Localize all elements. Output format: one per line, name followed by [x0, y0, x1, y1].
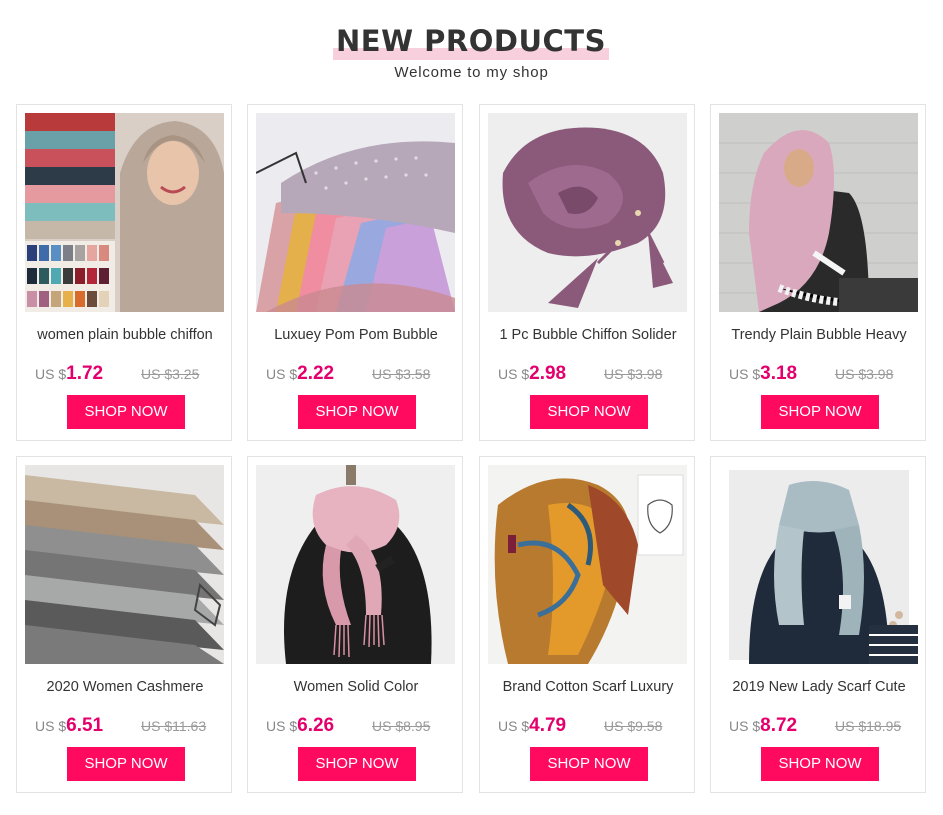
shop-now-button[interactable]: SHOP NOW	[761, 395, 879, 429]
sale-price: 1.72	[66, 363, 104, 384]
currency-label: US $	[498, 718, 530, 734]
product-card[interactable]: 2019 New Lady Scarf Cute US $8.72 US $18…	[710, 456, 926, 793]
product-name[interactable]: Women Solid Color	[258, 677, 454, 700]
product-card[interactable]: 1 Pc Bubble Chiffon Solider US $2.98 US …	[479, 104, 695, 441]
product-image[interactable]	[719, 113, 918, 312]
sale-price: 6.26	[297, 715, 335, 736]
product-name[interactable]: Brand Cotton Scarf Luxury	[490, 677, 686, 700]
original-price: US $3.98	[835, 366, 894, 382]
product-name[interactable]: Luxuey Pom Pom Bubble	[258, 325, 454, 348]
original-price: US $3.98	[604, 366, 663, 382]
shop-now-button[interactable]: SHOP NOW	[67, 747, 185, 781]
page-subtitle: Welcome to my shop	[394, 64, 549, 81]
title-wrap: NEW PRODUCTS	[333, 22, 609, 60]
currency-label: US $	[35, 718, 67, 734]
original-price: US $3.25	[141, 366, 200, 382]
price-row: US $2.98 US $3.98	[498, 363, 688, 387]
price-row: US $3.18 US $3.98	[729, 363, 919, 387]
product-card[interactable]: Women Solid Color US $6.26 US $8.95 SHOP…	[247, 456, 463, 793]
price-row: US $8.72 US $18.95	[729, 715, 919, 739]
product-name[interactable]: Trendy Plain Bubble Heavy	[721, 325, 917, 348]
currency-label: US $	[266, 366, 298, 382]
currency-label: US $	[35, 366, 67, 382]
price-row: US $2.22 US $3.58	[266, 363, 456, 387]
product-image[interactable]	[256, 465, 455, 664]
product-card[interactable]: women plain bubble chiffon US $1.72 US $…	[16, 104, 232, 441]
product-card[interactable]: Luxuey Pom Pom Bubble US $2.22 US $3.58 …	[247, 104, 463, 441]
currency-label: US $	[729, 718, 761, 734]
sale-price: 3.18	[760, 363, 798, 384]
shop-now-button[interactable]: SHOP NOW	[298, 747, 416, 781]
price-row: US $6.51 US $11.63	[35, 715, 225, 739]
product-card[interactable]: 2020 Women Cashmere US $6.51 US $11.63 S…	[16, 456, 232, 793]
product-image[interactable]	[488, 113, 687, 312]
currency-label: US $	[498, 366, 530, 382]
currency-label: US $	[266, 718, 298, 734]
sale-price: 4.79	[529, 715, 567, 736]
product-image[interactable]	[25, 113, 224, 312]
product-name[interactable]: women plain bubble chiffon	[27, 325, 223, 348]
shop-now-button[interactable]: SHOP NOW	[67, 395, 185, 429]
shop-now-button[interactable]: SHOP NOW	[761, 747, 879, 781]
shop-now-button[interactable]: SHOP NOW	[530, 395, 648, 429]
product-name[interactable]: 1 Pc Bubble Chiffon Solider	[490, 325, 686, 348]
product-card[interactable]: Trendy Plain Bubble Heavy US $3.18 US $3…	[710, 104, 926, 441]
sale-price: 8.72	[760, 715, 798, 736]
product-image[interactable]	[256, 113, 455, 312]
original-price: US $3.58	[372, 366, 431, 382]
product-name[interactable]: 2020 Women Cashmere	[27, 677, 223, 700]
price-row: US $1.72 US $3.25	[35, 363, 225, 387]
shop-now-button[interactable]: SHOP NOW	[298, 395, 416, 429]
section-header: NEW PRODUCTS Welcome to my shop	[0, 0, 943, 100]
original-price: US $11.63	[141, 718, 207, 734]
product-image[interactable]	[719, 465, 918, 664]
currency-label: US $	[729, 366, 761, 382]
sale-price: 6.51	[66, 715, 104, 736]
original-price: US $9.58	[604, 718, 663, 734]
original-price: US $8.95	[372, 718, 431, 734]
price-row: US $4.79 US $9.58	[498, 715, 688, 739]
page-title: NEW PRODUCTS	[336, 24, 606, 58]
sale-price: 2.98	[529, 363, 567, 384]
original-price: US $18.95	[835, 718, 902, 734]
price-row: US $6.26 US $8.95	[266, 715, 456, 739]
product-card[interactable]: Brand Cotton Scarf Luxury US $4.79 US $9…	[479, 456, 695, 793]
product-image[interactable]	[25, 465, 224, 664]
shop-now-button[interactable]: SHOP NOW	[530, 747, 648, 781]
sale-price: 2.22	[297, 363, 335, 384]
product-name[interactable]: 2019 New Lady Scarf Cute	[721, 677, 917, 700]
product-image[interactable]	[488, 465, 687, 664]
